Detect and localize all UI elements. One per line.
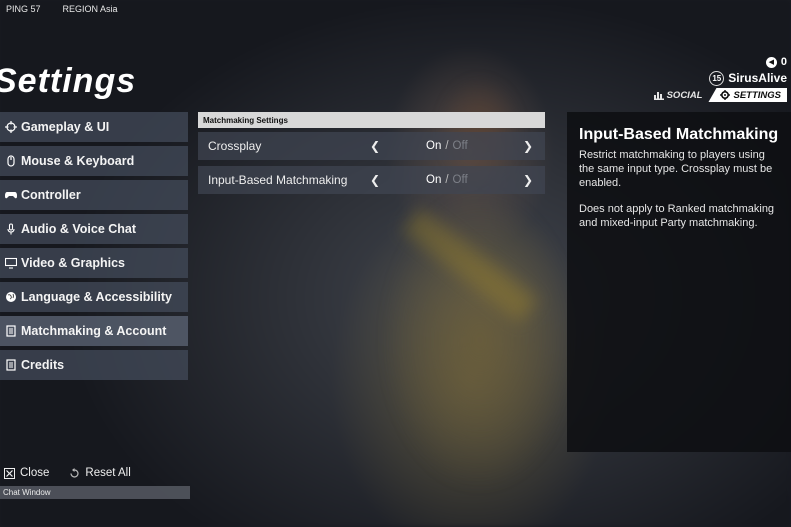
gamepad-icon (5, 189, 17, 201)
region-readout: REGION Asia (62, 4, 118, 14)
chevron-left-icon[interactable]: ❮ (370, 139, 380, 153)
top-tabs: SOCIAL SETTINGS (648, 88, 787, 102)
option-on: On (426, 174, 442, 186)
close-button[interactable]: Close (4, 467, 49, 479)
sidebar-item-label: Mouse & Keyboard (21, 154, 135, 168)
settings-sidebar: Gameplay & UI Mouse & Keyboard Controlle… (0, 112, 188, 384)
chat-window[interactable]: Chat Window (0, 486, 190, 499)
document-icon (5, 325, 17, 337)
sidebar-item-label: Gameplay & UI (21, 120, 110, 134)
tab-settings[interactable]: SETTINGS (708, 88, 787, 102)
ping-readout: PING 57 (6, 4, 41, 14)
close-icon (4, 467, 15, 479)
microphone-icon (5, 223, 17, 235)
sidebar-item-gameplay-ui[interactable]: Gameplay & UI (0, 112, 188, 142)
sidebar-item-label: Video & Graphics (21, 256, 125, 270)
description-paragraph: Does not apply to Ranked matchmaking and… (579, 203, 775, 229)
crosshair-icon (5, 121, 17, 133)
description-paragraph: Restrict matchmaking to players using th… (579, 149, 773, 189)
user-name: SirusAlive (728, 71, 787, 85)
reset-all-label: Reset All (85, 467, 131, 479)
reset-icon (70, 467, 79, 478)
user-block: ◀ 0 15 SirusAlive SOCIAL SETTINGS (648, 54, 787, 102)
tab-social[interactable]: SOCIAL (648, 88, 709, 102)
gear-icon (720, 90, 731, 100)
sidebar-item-controller[interactable]: Controller (0, 180, 188, 210)
setting-label: Crossplay (208, 139, 262, 153)
option-off: Off (452, 174, 468, 186)
option-value: On / Off (426, 140, 468, 152)
currency-row: ◀ 0 (648, 54, 787, 70)
currency-icon: ◀ (765, 56, 777, 68)
sidebar-item-label: Credits (21, 358, 65, 372)
reset-all-button[interactable]: Reset All (69, 467, 131, 479)
description-panel: Input-Based Matchmaking Restrict matchma… (567, 112, 791, 452)
sidebar-item-matchmaking-account[interactable]: Matchmaking & Account (0, 316, 188, 346)
sidebar-item-credits[interactable]: Credits (0, 350, 188, 380)
monitor-icon (5, 257, 17, 269)
option-separator: / (445, 174, 449, 186)
option-off: Off (452, 140, 468, 152)
sidebar-item-language-accessibility[interactable]: Language & Accessibility (0, 282, 188, 312)
sidebar-item-label: Audio & Voice Chat (21, 222, 137, 236)
chevron-right-icon[interactable]: ❯ (523, 173, 533, 187)
sidebar-item-audio-voice[interactable]: Audio & Voice Chat (0, 214, 188, 244)
tab-settings-label: SETTINGS (733, 89, 781, 101)
sidebar-item-video-graphics[interactable]: Video & Graphics (0, 248, 188, 278)
option-on: On (426, 140, 442, 152)
profile-row[interactable]: 15 SirusAlive (648, 70, 787, 86)
sidebar-item-label: Matchmaking & Account (21, 324, 167, 338)
option-value: On / Off (426, 174, 468, 186)
tab-social-label: SOCIAL (666, 89, 703, 101)
description-title: Input-Based Matchmaking (579, 126, 779, 143)
sidebar-item-mouse-keyboard[interactable]: Mouse & Keyboard (0, 146, 188, 176)
matchmaking-settings-panel: Matchmaking Settings Crossplay ❮ On / Of… (198, 112, 545, 194)
currency-amount: 0 (780, 56, 787, 68)
globe-icon (5, 291, 17, 303)
close-label: Close (20, 467, 50, 479)
chevron-right-icon[interactable]: ❯ (523, 139, 533, 153)
bottom-actions: Close Reset All (4, 467, 131, 479)
sidebar-item-label: Language & Accessibility (21, 290, 172, 304)
network-status: PING 57 REGION Asia (6, 4, 118, 14)
social-icon (653, 92, 664, 100)
setting-row-input-based-matchmaking[interactable]: Input-Based Matchmaking ❮ On / Off ❯ (198, 166, 545, 194)
chevron-left-icon[interactable]: ❮ (370, 173, 380, 187)
setting-label: Input-Based Matchmaking (208, 173, 348, 187)
sidebar-item-label: Controller (21, 188, 81, 202)
option-separator: / (445, 140, 449, 152)
mouse-icon (5, 155, 17, 167)
page-title: Settings (0, 62, 137, 100)
document-icon (5, 359, 17, 371)
panel-header: Matchmaking Settings (198, 112, 545, 128)
setting-row-crossplay[interactable]: Crossplay ❮ On / Off ❯ (198, 132, 545, 160)
level-badge: 15 (709, 70, 725, 86)
